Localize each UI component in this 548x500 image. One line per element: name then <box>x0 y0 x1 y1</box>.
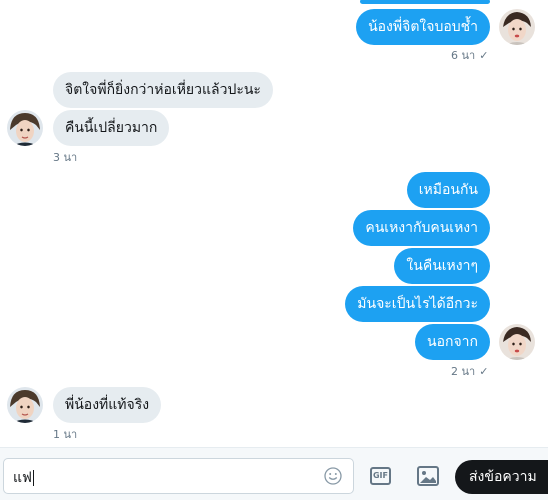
message-bubble-incoming: คืนนี้เปลี่ยวมาก <box>53 110 170 146</box>
message-timestamp: 1 นา <box>53 428 78 441</box>
message-timestamp: 3 นา <box>53 151 78 164</box>
text-caret <box>32 470 34 486</box>
message-bubble-incoming: จิตใจพี่ก็ยิ่งกว่าห่อเหี่ยวแล้วปะนะ <box>53 72 273 108</box>
message-input-text[interactable]: แฟ <box>13 467 34 489</box>
message-input[interactable]: แฟ <box>3 458 354 494</box>
message-bubble-outgoing: เหมือนกัน <box>406 172 490 208</box>
smiley-icon[interactable] <box>323 466 343 486</box>
timestamp-text: 2 นา <box>451 365 476 378</box>
avatar-contact[interactable] <box>7 387 43 423</box>
message-bubble-outgoing: มันจะเป็นไรได้อีกวะ <box>345 286 490 322</box>
message-timestamp: 6 นา ✓ <box>451 46 488 64</box>
message-bubble-outgoing: คนเหงากับคนเหงา <box>353 210 490 246</box>
message-bubble-outgoing: นอกจาก <box>415 324 490 360</box>
gif-icon[interactable]: GIF <box>370 467 391 485</box>
avatar-self[interactable] <box>499 9 535 45</box>
avatar-contact[interactable] <box>7 110 43 146</box>
conversation-pane: น้องพี่จิตใจบอบช้ำ 6 นา ✓ จิตใจพี่ก็ยิ่งก… <box>0 0 548 447</box>
message-timestamp: 2 นา ✓ <box>451 362 488 380</box>
read-check-icon: ✓ <box>479 365 489 378</box>
image-icon[interactable] <box>417 466 439 486</box>
read-check-icon: ✓ <box>479 49 489 62</box>
timestamp-text: 6 นา <box>451 49 476 62</box>
message-bubble-outgoing: น้องพี่จิตใจบอบช้ำ <box>356 9 490 45</box>
avatar-self[interactable] <box>499 324 535 360</box>
message-bubble-cut <box>360 0 490 4</box>
message-input-value: แฟ <box>13 470 32 486</box>
message-bubble-outgoing: ในคืนเหงาๆ <box>394 248 490 284</box>
send-button[interactable]: ส่งข้อความ <box>455 460 548 494</box>
message-bubble-incoming: พี่น้องที่แท้จริง <box>53 387 162 423</box>
